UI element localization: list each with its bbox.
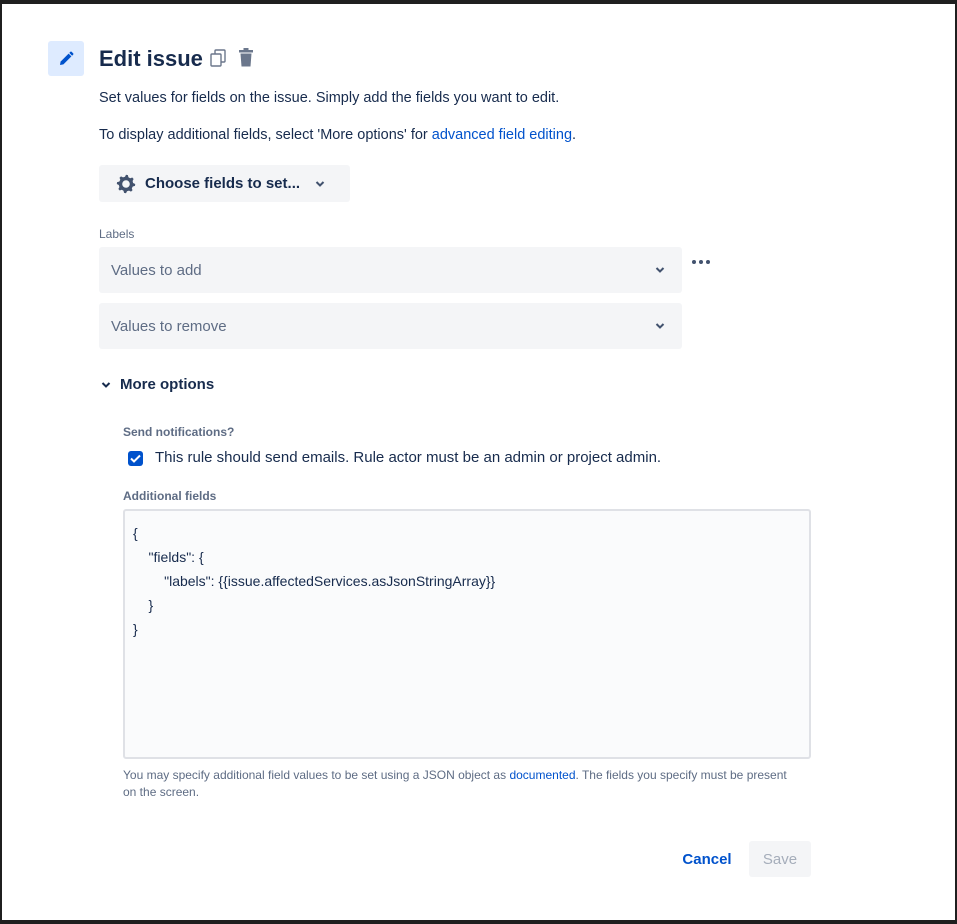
chevron-down-icon xyxy=(100,379,112,391)
advanced-field-editing-link[interactable]: advanced field editing xyxy=(432,127,572,143)
code-line: { xyxy=(133,525,138,541)
description-line-2: To display additional fields, select 'Mo… xyxy=(99,125,576,145)
labels-values-to-add-select[interactable]: Values to add xyxy=(99,247,682,293)
code-line: "labels": {{issue.affectedServices.asJso… xyxy=(133,573,496,589)
labels-field-label: Labels xyxy=(99,227,135,241)
more-options-label: More options xyxy=(120,376,215,393)
copy-icon[interactable] xyxy=(210,49,226,67)
cancel-button[interactable]: Cancel xyxy=(671,841,743,877)
trash-icon[interactable] xyxy=(238,48,254,67)
pencil-icon xyxy=(57,50,75,68)
edit-component-icon-box xyxy=(48,41,84,76)
page-title: Edit issue xyxy=(99,46,203,71)
documented-link[interactable]: documented xyxy=(509,768,575,782)
checkmark-icon xyxy=(130,454,141,463)
values-to-add-placeholder: Values to add xyxy=(111,261,202,279)
code-line: } xyxy=(133,597,154,613)
additional-fields-label: Additional fields xyxy=(123,489,217,503)
help-prefix: You may specify additional field values … xyxy=(123,768,510,782)
edit-issue-panel: Edit issue Set values for fields on the … xyxy=(0,0,957,924)
send-notifications-checkbox[interactable] xyxy=(128,451,143,466)
additional-fields-json-editor[interactable]: { "fields": { "labels": {{issue.affected… xyxy=(123,509,811,759)
code-line: "fields": { xyxy=(133,549,204,565)
chevron-down-icon xyxy=(314,178,326,190)
description-line-1: Set values for fields on the issue. Simp… xyxy=(99,90,560,106)
values-to-remove-placeholder: Values to remove xyxy=(111,317,227,335)
description-line-2-suffix: . xyxy=(572,127,577,143)
chevron-down-icon xyxy=(654,264,666,276)
choose-fields-label: Choose fields to set... xyxy=(145,175,301,192)
labels-values-to-remove-select[interactable]: Values to remove xyxy=(99,303,682,349)
more-horizontal-icon[interactable] xyxy=(692,260,710,264)
more-options-toggle[interactable]: More options xyxy=(100,376,214,393)
send-notifications-checkbox-label[interactable]: This rule should send emails. Rule actor… xyxy=(155,448,661,468)
additional-fields-help-text: You may specify additional field values … xyxy=(123,767,803,801)
choose-fields-button[interactable]: Choose fields to set... xyxy=(99,165,350,202)
send-notifications-label: Send notifications? xyxy=(123,425,235,439)
code-line: } xyxy=(133,621,138,637)
save-button[interactable]: Save xyxy=(749,841,811,877)
chevron-down-icon xyxy=(654,320,666,332)
description-line-2-prefix: To display additional fields, select 'Mo… xyxy=(99,127,432,143)
gear-icon xyxy=(116,174,136,194)
